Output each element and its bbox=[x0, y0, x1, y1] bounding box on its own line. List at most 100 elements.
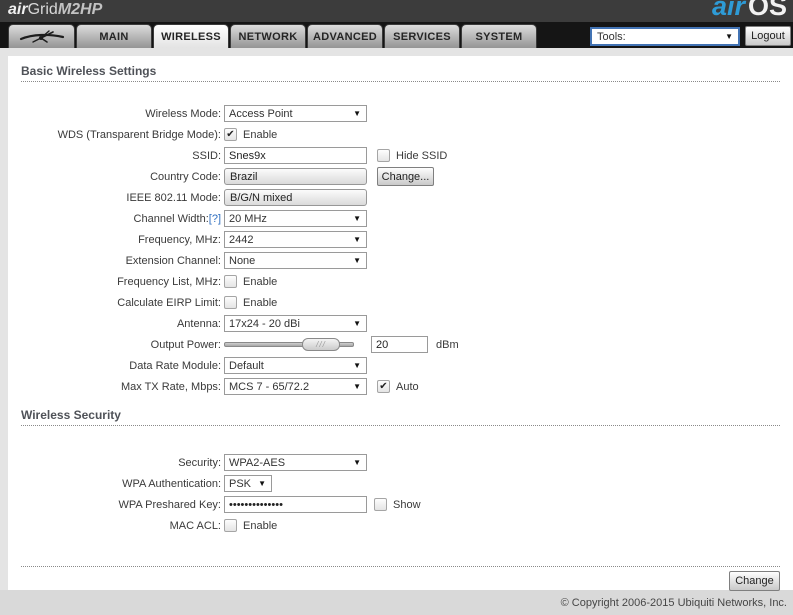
check-icon: ✔ bbox=[226, 128, 235, 140]
security-select[interactable]: WPA2-AES ▼ bbox=[224, 454, 367, 471]
output-power-slider[interactable]: /// bbox=[224, 338, 354, 351]
wpa-preshared-key-row: WPA Preshared Key: Show bbox=[21, 494, 780, 515]
chevron-down-icon: ▼ bbox=[353, 319, 361, 328]
antenna-select[interactable]: 17x24 - 20 dBi ▼ bbox=[224, 315, 367, 332]
chevron-down-icon: ▼ bbox=[353, 458, 361, 467]
chevron-down-icon: ▼ bbox=[353, 235, 361, 244]
tab-advanced[interactable]: ADVANCED bbox=[307, 24, 383, 48]
security-value: WPA2-AES bbox=[229, 456, 286, 469]
wds-enable-label: Enable bbox=[243, 128, 278, 141]
eirp-limit-checkbox[interactable] bbox=[224, 296, 237, 309]
frequency-list-enable-label: Enable bbox=[243, 275, 278, 288]
show-key-checkbox[interactable] bbox=[374, 498, 387, 511]
page-footer: © Copyright 2006-2015 Ubiquiti Networks,… bbox=[0, 590, 793, 615]
data-rate-module-label: Data Rate Module: bbox=[129, 359, 221, 372]
frequency-list-row: Frequency List, MHz: Enable bbox=[21, 271, 780, 292]
hide-ssid-checkbox[interactable] bbox=[377, 149, 390, 162]
eirp-limit-enable-label: Enable bbox=[243, 296, 278, 309]
channel-width-row: Channel Width:[?] 20 MHz ▼ bbox=[21, 208, 780, 229]
frequency-list-checkbox[interactable] bbox=[224, 275, 237, 288]
ieee-mode-field: B/G/N mixed bbox=[224, 189, 367, 206]
wpa-preshared-key-label: WPA Preshared Key: bbox=[118, 498, 221, 511]
chevron-down-icon: ▼ bbox=[353, 361, 361, 370]
mac-acl-label: MAC ACL: bbox=[169, 519, 221, 532]
wds-enable-checkbox[interactable]: ✔ bbox=[224, 128, 237, 141]
tab-services[interactable]: SERVICES bbox=[384, 24, 460, 48]
airos-air: air bbox=[711, 0, 745, 21]
airos-os: OS bbox=[747, 0, 787, 21]
wpa-authentication-value: PSK bbox=[229, 477, 252, 490]
wireless-mode-row: Wireless Mode: Access Point ▼ bbox=[21, 103, 780, 124]
wireless-security-form: Security: WPA2-AES ▼ WPA Authentication:… bbox=[21, 452, 780, 536]
wireless-mode-select[interactable]: Access Point ▼ bbox=[224, 105, 367, 122]
ieee-mode-label: IEEE 802.11 Mode: bbox=[126, 191, 221, 204]
extension-channel-label: Extension Channel: bbox=[125, 254, 221, 267]
tab-main[interactable]: MAIN bbox=[76, 24, 152, 48]
change-button[interactable]: Change bbox=[729, 571, 780, 591]
frequency-label: Frequency, MHz: bbox=[138, 233, 221, 246]
antenna-value: 17x24 - 20 dBi bbox=[229, 317, 300, 330]
security-row: Security: WPA2-AES ▼ bbox=[21, 452, 780, 473]
page-gap bbox=[0, 48, 793, 56]
data-rate-module-row: Data Rate Module: Default ▼ bbox=[21, 355, 780, 376]
chevron-down-icon: ▼ bbox=[258, 479, 266, 488]
tab-wireless[interactable]: WIRELESS bbox=[153, 24, 229, 48]
tab-advanced-label: ADVANCED bbox=[313, 30, 377, 43]
tab-main-label: MAIN bbox=[99, 30, 129, 43]
wds-label: WDS (Transparent Bridge Mode): bbox=[57, 128, 221, 141]
ieee-mode-row: IEEE 802.11 Mode: B/G/N mixed bbox=[21, 187, 780, 208]
data-rate-module-value: Default bbox=[229, 359, 264, 372]
output-power-input[interactable] bbox=[371, 336, 428, 353]
tab-system-label: SYSTEM bbox=[475, 30, 523, 43]
country-code-field: Brazil bbox=[224, 168, 367, 185]
extension-channel-row: Extension Channel: None ▼ bbox=[21, 250, 780, 271]
wpa-authentication-row: WPA Authentication: PSK ▼ bbox=[21, 473, 780, 494]
channel-width-value: 20 MHz bbox=[229, 212, 267, 225]
wds-row: WDS (Transparent Bridge Mode): ✔ Enable bbox=[21, 124, 780, 145]
wireless-security-title: Wireless Security bbox=[21, 400, 780, 426]
extension-channel-select[interactable]: None ▼ bbox=[224, 252, 367, 269]
eirp-limit-label: Calculate EIRP Limit: bbox=[117, 296, 221, 309]
slider-grip-icon: /// bbox=[316, 340, 326, 349]
mac-acl-checkbox[interactable] bbox=[224, 519, 237, 532]
frequency-select[interactable]: 2442 ▼ bbox=[224, 231, 367, 248]
wpa-authentication-label: WPA Authentication: bbox=[122, 477, 221, 490]
tab-system[interactable]: SYSTEM bbox=[461, 24, 537, 48]
ubiquiti-antenna-icon bbox=[19, 29, 64, 43]
output-power-row: Output Power: /// dBm bbox=[21, 334, 780, 355]
wpa-preshared-key-input[interactable] bbox=[224, 496, 367, 513]
chevron-down-icon: ▼ bbox=[353, 109, 361, 118]
data-rate-module-select[interactable]: Default ▼ bbox=[224, 357, 367, 374]
extension-channel-value: None bbox=[229, 254, 256, 267]
frequency-row: Frequency, MHz: 2442 ▼ bbox=[21, 229, 780, 250]
wpa-authentication-select[interactable]: PSK ▼ bbox=[224, 475, 272, 492]
country-code-label: Country Code: bbox=[150, 170, 221, 183]
ssid-input[interactable] bbox=[224, 147, 367, 164]
brand-grid: Grid bbox=[27, 1, 58, 18]
chevron-down-icon: ▼ bbox=[353, 256, 361, 265]
frequency-list-label: Frequency List, MHz: bbox=[117, 275, 221, 288]
hide-ssid-label: Hide SSID bbox=[396, 149, 448, 162]
country-change-button[interactable]: Change... bbox=[377, 167, 434, 186]
country-code-row: Country Code: Brazil Change... bbox=[21, 166, 780, 187]
tools-dropdown-value: Tools: bbox=[597, 30, 626, 43]
max-tx-rate-auto-checkbox[interactable]: ✔ bbox=[377, 380, 390, 393]
logout-button[interactable]: Logout bbox=[745, 26, 791, 46]
brand-model: M2HP bbox=[57, 1, 103, 18]
chevron-down-icon: ▼ bbox=[353, 214, 361, 223]
brand-air: air bbox=[8, 1, 28, 18]
channel-width-help-link[interactable]: [?] bbox=[209, 213, 221, 225]
basic-wireless-settings-title: Basic Wireless Settings bbox=[21, 56, 780, 82]
antenna-row: Antenna: 17x24 - 20 dBi ▼ bbox=[21, 313, 780, 334]
max-tx-rate-auto-label: Auto bbox=[396, 380, 419, 393]
tools-dropdown[interactable]: Tools: ▼ bbox=[590, 27, 740, 46]
tab-wireless-label: WIRELESS bbox=[161, 30, 221, 43]
top-header: airGridM2HP air OS bbox=[0, 0, 793, 22]
mac-acl-row: MAC ACL: Enable bbox=[21, 515, 780, 536]
tab-home-logo[interactable] bbox=[8, 24, 75, 48]
channel-width-select[interactable]: 20 MHz ▼ bbox=[224, 210, 367, 227]
max-tx-rate-select[interactable]: MCS 7 - 65/72.2 ▼ bbox=[224, 378, 367, 395]
copyright-text: © Copyright 2006-2015 Ubiquiti Networks,… bbox=[560, 596, 787, 609]
tab-network[interactable]: NETWORK bbox=[230, 24, 306, 48]
slider-handle[interactable]: /// bbox=[302, 338, 340, 351]
